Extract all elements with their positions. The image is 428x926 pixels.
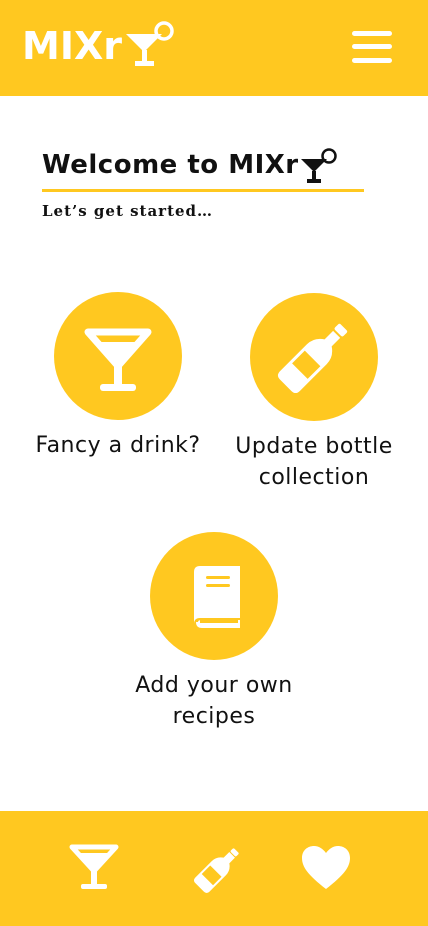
add-recipes-button[interactable] [150,532,278,660]
bottle-icon [277,323,348,394]
app-header: MIXr [0,0,428,96]
logo-text: MIXr [22,24,122,68]
add-recipes-label: Add your own recipes [135,673,293,729]
fancy-a-drink-tile[interactable]: Fancy a drink? [18,292,218,461]
welcome-underline [42,189,364,192]
bottom-nav-bar [0,811,428,926]
welcome-title: Welcome to MIXr [42,150,299,180]
welcome-cocktail-icon [300,148,337,183]
fancy-a-drink-button[interactable] [54,292,182,420]
nav-cocktail-icon[interactable] [66,841,122,897]
welcome-section: Welcome to MIXr Let’s get started… [42,143,364,220]
add-recipes-tile[interactable]: Add your own recipes [114,532,314,732]
welcome-heading: Welcome to MIXr [42,143,364,187]
hamburger-menu-icon[interactable] [350,28,394,66]
welcome-subtitle: Let’s get started… [42,202,214,220]
update-bottle-collection-label: Update bottle collection [235,434,393,490]
fancy-a-drink-label: Fancy a drink? [35,433,201,458]
app-logo[interactable]: MIXr [22,18,180,70]
cocktail-glass-icon [84,328,152,391]
recipe-book-icon [194,566,240,628]
nav-bottle-icon[interactable] [190,841,246,897]
logo-cocktail-icon [126,21,174,66]
update-bottle-collection-tile[interactable]: Update bottle collection [214,293,414,493]
update-bottle-collection-button[interactable] [250,293,378,421]
nav-heart-icon[interactable] [298,841,354,897]
